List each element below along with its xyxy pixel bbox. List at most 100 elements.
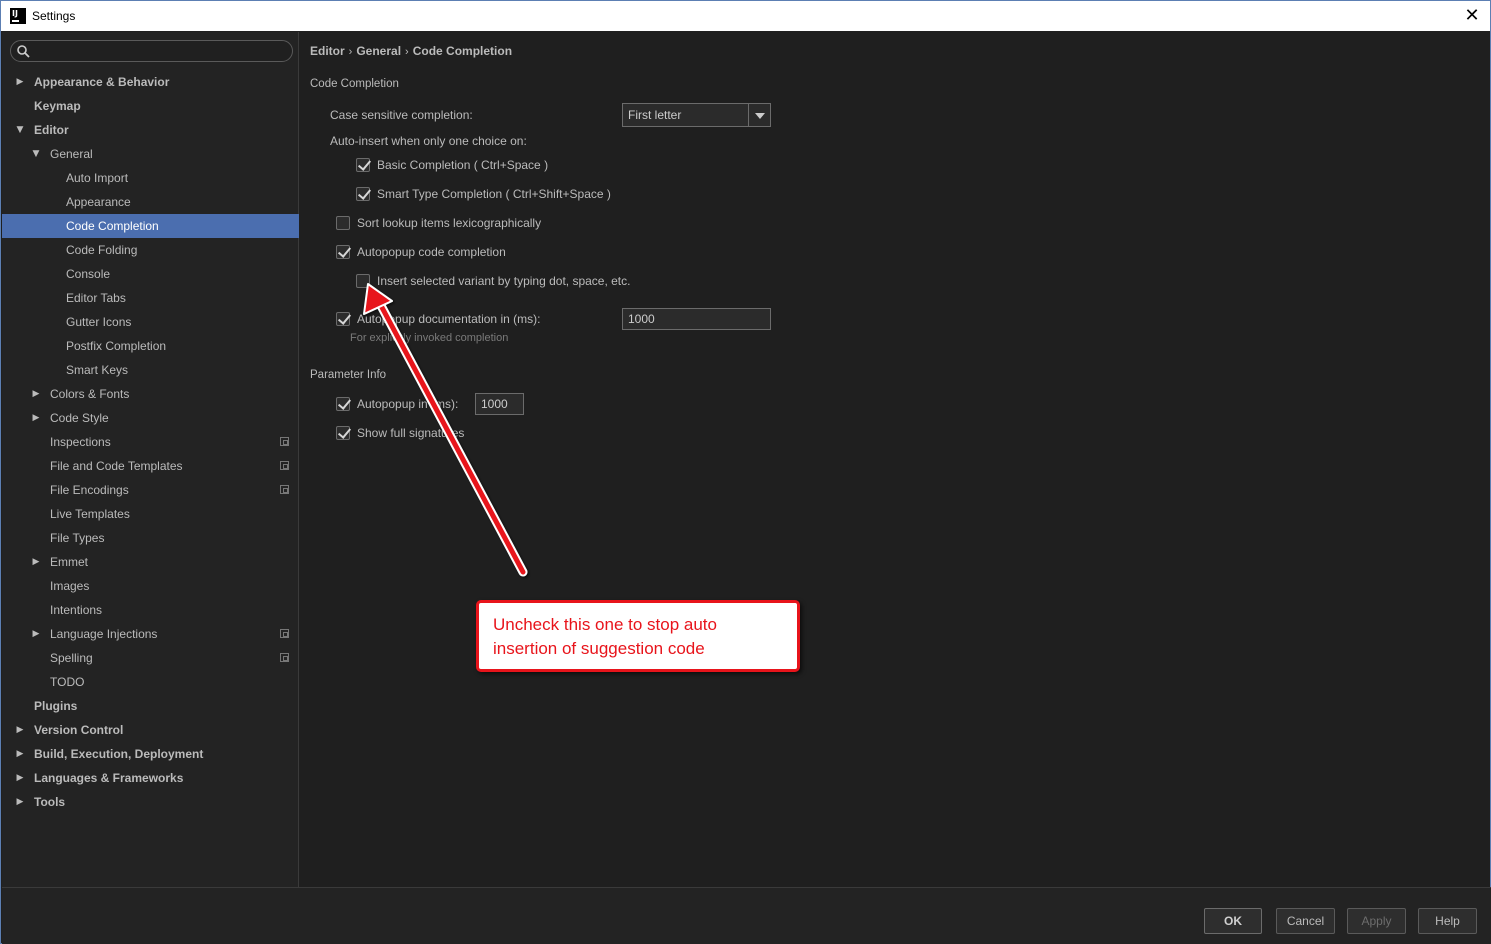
sidebar-item-language-injections[interactable]: ▶ Language Injections [2, 622, 299, 646]
project-scope-icon [280, 629, 289, 638]
collapsed-arrow-icon[interactable]: ▶ [30, 406, 42, 430]
collapsed-arrow-icon[interactable]: ▶ [30, 550, 42, 574]
sidebar-item-appearance-behavior[interactable]: ▶ Appearance & Behavior [2, 70, 299, 94]
sidebar-item-spelling[interactable]: Spelling [2, 646, 299, 670]
settings-content: Editor › General › Code Completion Code Comp… [300, 32, 1490, 887]
sidebar-item-keymap[interactable]: Keymap [2, 94, 299, 118]
sidebar-item-auto-import[interactable]: Auto Import [2, 166, 299, 190]
sidebar-item-label: Smart Keys [66, 363, 129, 377]
collapsed-arrow-icon[interactable]: ▶ [14, 766, 26, 790]
sidebar-item-code-style[interactable]: ▶ Code Style [2, 406, 299, 430]
sidebar-item-general[interactable]: ▼ General [2, 142, 299, 166]
checkbox-checked-icon[interactable] [336, 312, 350, 326]
sidebar-item-label: General [50, 147, 93, 161]
sidebar-item-code-folding[interactable]: Code Folding [2, 238, 299, 262]
search-input[interactable] [10, 40, 293, 62]
apply-button[interactable]: Apply [1347, 908, 1406, 934]
sidebar-item-file-and-code-templates[interactable]: File and Code Templates [2, 454, 299, 478]
sidebar-item-todo[interactable]: TODO [2, 670, 299, 694]
sidebar-item-label: File Encodings [50, 483, 129, 497]
sidebar-item-label: Language Injections [50, 627, 158, 641]
sidebar-item-images[interactable]: Images [2, 574, 299, 598]
sidebar-item-tools[interactable]: ▶ Tools [2, 790, 299, 814]
sidebar-item-appearance[interactable]: Appearance [2, 190, 299, 214]
project-scope-icon [280, 461, 289, 470]
ok-button[interactable]: OK [1204, 908, 1262, 934]
sidebar-item-label: TODO [50, 675, 85, 689]
sidebar-item-emmet[interactable]: ▶ Emmet [2, 550, 299, 574]
case-sensitive-label: Case sensitive completion: [330, 108, 473, 122]
sidebar-item-label: Appearance [66, 195, 131, 209]
sidebar-item-editor-tabs[interactable]: Editor Tabs [2, 286, 299, 310]
basic-completion-checkbox[interactable]: Basic Completion ( Ctrl+Space ) [356, 156, 548, 174]
smart-type-completion-checkbox[interactable]: Smart Type Completion ( Ctrl+Shift+Space… [356, 185, 611, 203]
sidebar-item-languages-frameworks[interactable]: ▶ Languages & Frameworks [2, 766, 299, 790]
annotation-callout: Uncheck this one to stop auto insertion … [476, 600, 800, 672]
sidebar-item-label: Code Style [50, 411, 109, 425]
checkbox-checked-icon[interactable] [336, 245, 350, 259]
sidebar-item-console[interactable]: Console [2, 262, 299, 286]
sidebar-item-inspections[interactable]: Inspections [2, 430, 299, 454]
parameter-info-autopopup-input[interactable]: 1000 [475, 393, 524, 415]
auto-insert-label: Auto-insert when only one choice on: [330, 134, 527, 148]
collapsed-arrow-icon[interactable]: ▶ [30, 622, 42, 646]
sidebar-item-live-templates[interactable]: Live Templates [2, 502, 299, 526]
checkbox-unchecked-icon[interactable] [336, 216, 350, 230]
button-bar: OK Cancel Apply Help [2, 887, 1491, 944]
autopopup-code-completion-checkbox[interactable]: Autopopup code completion [336, 243, 506, 261]
show-full-signatures-checkbox[interactable]: Show full signatures [336, 424, 464, 442]
breadcrumb-editor: Editor [310, 44, 345, 58]
collapsed-arrow-icon[interactable]: ▶ [14, 742, 26, 766]
autopopup-documentation-checkbox[interactable]: Autopopup documentation in (ms): [336, 310, 540, 328]
sort-lookup-label: Sort lookup items lexicographically [357, 216, 542, 230]
breadcrumb-code-completion: Code Completion [412, 44, 513, 58]
sort-lookup-checkbox[interactable]: Sort lookup items lexicographically [336, 214, 541, 232]
sidebar-item-intentions[interactable]: Intentions [2, 598, 299, 622]
sidebar-item-gutter-icons[interactable]: Gutter Icons [2, 310, 299, 334]
chevron-down-icon[interactable] [748, 104, 770, 126]
sidebar-item-label: Postfix Completion [66, 339, 167, 353]
close-button[interactable]: ✕ [1460, 4, 1484, 28]
help-button[interactable]: Help [1418, 908, 1477, 934]
sidebar-item-colors-fonts[interactable]: ▶ Colors & Fonts [2, 382, 299, 406]
parameter-info-autopopup-checkbox[interactable]: Autopopup in (ms): [336, 395, 458, 413]
title-bar: Settings ✕ [1, 1, 1490, 31]
expanded-arrow-icon[interactable]: ▼ [30, 142, 42, 166]
basic-completion-label: Basic Completion ( Ctrl+Space ) [377, 158, 549, 172]
collapsed-arrow-icon[interactable]: ▶ [14, 790, 26, 814]
breadcrumb-separator: › [348, 46, 353, 58]
autopopup-documentation-label: Autopopup documentation in (ms): [357, 312, 541, 326]
parameter-info-section-title: Parameter Info [310, 369, 387, 381]
cancel-button[interactable]: Cancel [1276, 908, 1335, 934]
autopopup-documentation-input[interactable]: 1000 [622, 308, 771, 330]
sidebar-item-label: Spelling [50, 651, 93, 665]
expanded-arrow-icon[interactable]: ▼ [14, 118, 26, 142]
sidebar-item-build-execution-deployment[interactable]: ▶ Build, Execution, Deployment [2, 742, 299, 766]
checkbox-unchecked-icon[interactable] [356, 274, 370, 288]
collapsed-arrow-icon[interactable]: ▶ [30, 382, 42, 406]
code-completion-section-title: Code Completion [310, 78, 399, 90]
sidebar-item-code-completion[interactable]: Code Completion [2, 214, 299, 238]
case-sensitive-select[interactable]: First letter [622, 103, 771, 127]
insert-selected-variant-checkbox[interactable]: Insert selected variant by typing dot, s… [356, 272, 630, 290]
collapsed-arrow-icon[interactable]: ▶ [14, 718, 26, 742]
sidebar-item-label: Gutter Icons [66, 315, 132, 329]
sidebar-item-editor[interactable]: ▼ Editor [2, 118, 299, 142]
sidebar-item-smart-keys[interactable]: Smart Keys [2, 358, 299, 382]
breadcrumb: Editor › General › Code Completion [310, 44, 512, 58]
sidebar-item-file-encodings[interactable]: File Encodings [2, 478, 299, 502]
sidebar-item-version-control[interactable]: ▶ Version Control [2, 718, 299, 742]
checkbox-checked-icon[interactable] [336, 397, 350, 411]
project-scope-icon [280, 437, 289, 446]
collapsed-arrow-icon[interactable]: ▶ [14, 70, 26, 94]
autopopup-documentation-hint: For explicitly invoked completion [350, 332, 509, 344]
sidebar-item-label: Keymap [34, 99, 81, 113]
sidebar-item-label: Code Folding [66, 243, 138, 257]
checkbox-checked-icon[interactable] [356, 158, 370, 172]
search-icon [17, 45, 30, 58]
checkbox-checked-icon[interactable] [356, 187, 370, 201]
sidebar-item-plugins[interactable]: Plugins [2, 694, 299, 718]
sidebar-item-postfix-completion[interactable]: Postfix Completion [2, 334, 299, 358]
sidebar-item-file-types[interactable]: File Types [2, 526, 299, 550]
checkbox-checked-icon[interactable] [336, 426, 350, 440]
